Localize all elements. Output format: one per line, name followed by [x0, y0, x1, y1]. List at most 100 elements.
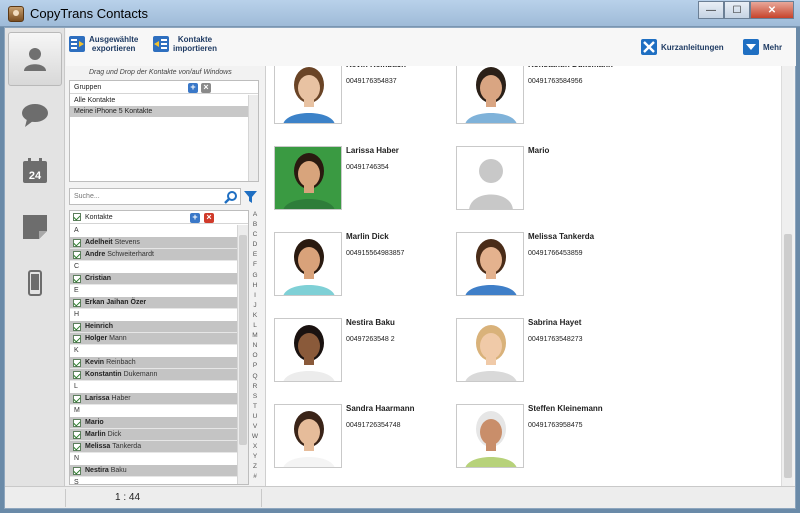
alphabet-letter[interactable]: N: [253, 341, 258, 351]
alphabet-letter[interactable]: K: [253, 311, 257, 321]
contact-list-item[interactable]: Nestira Baku: [70, 465, 238, 477]
minimize-button[interactable]: —: [698, 1, 724, 19]
alphabet-letter[interactable]: Z: [253, 462, 257, 472]
contact-last-name: Haber: [111, 395, 131, 402]
contact-list-item[interactable]: Melissa Tankerda: [70, 441, 238, 453]
alphabet-letter[interactable]: G: [252, 271, 257, 281]
contact-checkbox[interactable]: [73, 250, 81, 259]
groups-header: Gruppen: [74, 83, 102, 91]
contact-list-item[interactable]: Larissa Haber: [70, 393, 238, 405]
alphabet-letter[interactable]: H: [253, 281, 258, 291]
contact-photo-frame[interactable]: [274, 66, 342, 124]
contact-list-item[interactable]: Cristian: [70, 273, 238, 285]
alphabet-letter[interactable]: Q: [252, 372, 257, 382]
add-group-button[interactable]: +: [188, 83, 198, 93]
contact-photo: [457, 405, 523, 467]
contact-checkbox[interactable]: [73, 430, 81, 439]
contact-photo-frame[interactable]: [456, 404, 524, 468]
alphabet-letter[interactable]: X: [253, 442, 257, 452]
contact-last-name: Baku: [110, 467, 127, 474]
alphabet-letter[interactable]: #: [253, 472, 257, 482]
select-all-checkbox[interactable]: [73, 213, 81, 221]
contact-checkbox[interactable]: [73, 238, 81, 247]
contact-list-item[interactable]: Mario: [70, 417, 238, 429]
plus-icon: +: [192, 212, 198, 222]
contact-grid: Kevin Reinbach 0049176354837 Konstantin Du…: [265, 66, 793, 486]
contact-list-item[interactable]: Konstantin Dukemann: [70, 369, 238, 381]
contact-list-item[interactable]: Holger Mann: [70, 333, 238, 345]
scrollbar-thumb[interactable]: [239, 235, 247, 445]
export-selected-button[interactable]: Ausgewählte exportieren: [68, 35, 138, 53]
contact-photo-frame[interactable]: [274, 232, 342, 296]
contact-photo-frame[interactable]: [274, 404, 342, 468]
search-icon[interactable]: [224, 190, 238, 204]
nav-notes[interactable]: [8, 200, 62, 254]
contact-grid-scrollbar[interactable]: [781, 66, 793, 486]
contact-list-item[interactable]: Kevin Reinbach: [70, 357, 238, 369]
alphabet-letter[interactable]: L: [253, 321, 257, 331]
contact-list-item[interactable]: Erkan Jaihan Özer: [70, 297, 238, 309]
contact-checkbox[interactable]: [73, 466, 81, 475]
alphabet-letter[interactable]: R: [253, 382, 258, 392]
alphabet-letter[interactable]: E: [253, 250, 257, 260]
contact-photo-frame[interactable]: [274, 318, 342, 382]
left-nav: 24: [5, 28, 65, 486]
groups-scrollbar[interactable]: [248, 95, 258, 181]
contact-checkbox[interactable]: [73, 274, 81, 283]
alphabet-letter[interactable]: P: [253, 361, 257, 371]
contact-list-item[interactable]: Marlin Dick: [70, 429, 238, 441]
maximize-button[interactable]: ☐: [724, 1, 750, 19]
delete-group-button[interactable]: ×: [201, 83, 211, 93]
contact-checkbox[interactable]: [73, 358, 81, 367]
contact-first-name: Larissa: [85, 395, 110, 402]
group-iphone-contacts[interactable]: Meine iPhone 5 Kontakte: [70, 106, 248, 117]
contact-last-name: Schweiterhardt: [107, 251, 154, 258]
nav-messages[interactable]: [8, 88, 62, 142]
alphabet-letter[interactable]: W: [252, 432, 258, 442]
contact-checkbox[interactable]: [73, 394, 81, 403]
contact-photo-frame[interactable]: [456, 232, 524, 296]
add-contact-button[interactable]: +: [190, 213, 200, 223]
contact-photo-frame[interactable]: [456, 66, 524, 124]
contact-photo-frame[interactable]: [274, 146, 342, 210]
alphabet-letter[interactable]: U: [253, 412, 258, 422]
filter-icon[interactable]: [243, 189, 258, 204]
alphabet-letter[interactable]: Y: [253, 452, 257, 462]
contact-checkbox[interactable]: [73, 418, 81, 427]
alphabet-letter[interactable]: O: [252, 351, 257, 361]
contact-name: Konstantin Dukemann: [528, 66, 613, 69]
nav-calendar[interactable]: 24: [8, 144, 62, 198]
delete-contact-button[interactable]: ×: [204, 213, 214, 223]
alphabet-letter[interactable]: S: [253, 392, 257, 402]
alphabet-letter[interactable]: I: [254, 291, 256, 301]
contact-checkbox[interactable]: [73, 370, 81, 379]
alphabet-letter[interactable]: F: [253, 260, 257, 270]
search-input[interactable]: [70, 189, 220, 204]
close-button[interactable]: ✕: [750, 1, 794, 19]
contact-list-item[interactable]: Andre Schweiterhardt: [70, 249, 238, 261]
contact-list-scrollbar[interactable]: [237, 225, 248, 484]
alphabet-letter[interactable]: C: [253, 230, 258, 240]
alphabet-letter[interactable]: A: [253, 210, 257, 220]
contact-photo-frame[interactable]: [456, 318, 524, 382]
nav-device[interactable]: [8, 256, 62, 310]
more-button[interactable]: Mehr: [742, 38, 782, 56]
contact-checkbox[interactable]: [73, 298, 81, 307]
alphabet-letter[interactable]: M: [252, 331, 257, 341]
import-contacts-button[interactable]: Kontakte importieren: [152, 35, 217, 53]
quick-guides-button[interactable]: Kurzanleitungen: [640, 38, 724, 56]
contact-list-item[interactable]: Adelheit Stevens: [70, 237, 238, 249]
scrollbar-thumb[interactable]: [784, 234, 792, 478]
contact-checkbox[interactable]: [73, 442, 81, 451]
nav-contacts[interactable]: [8, 32, 62, 86]
contact-checkbox[interactable]: [73, 334, 81, 343]
contact-checkbox[interactable]: [73, 322, 81, 331]
alphabet-letter[interactable]: D: [253, 240, 258, 250]
contact-photo-frame[interactable]: [456, 146, 524, 210]
alphabet-letter[interactable]: J: [253, 301, 256, 311]
alphabet-letter[interactable]: V: [253, 422, 257, 432]
group-all-contacts[interactable]: Alle Kontakte: [70, 95, 248, 106]
alphabet-letter[interactable]: T: [253, 402, 257, 412]
alphabet-letter[interactable]: B: [253, 220, 257, 230]
contact-list-item[interactable]: Heinrich: [70, 321, 238, 333]
